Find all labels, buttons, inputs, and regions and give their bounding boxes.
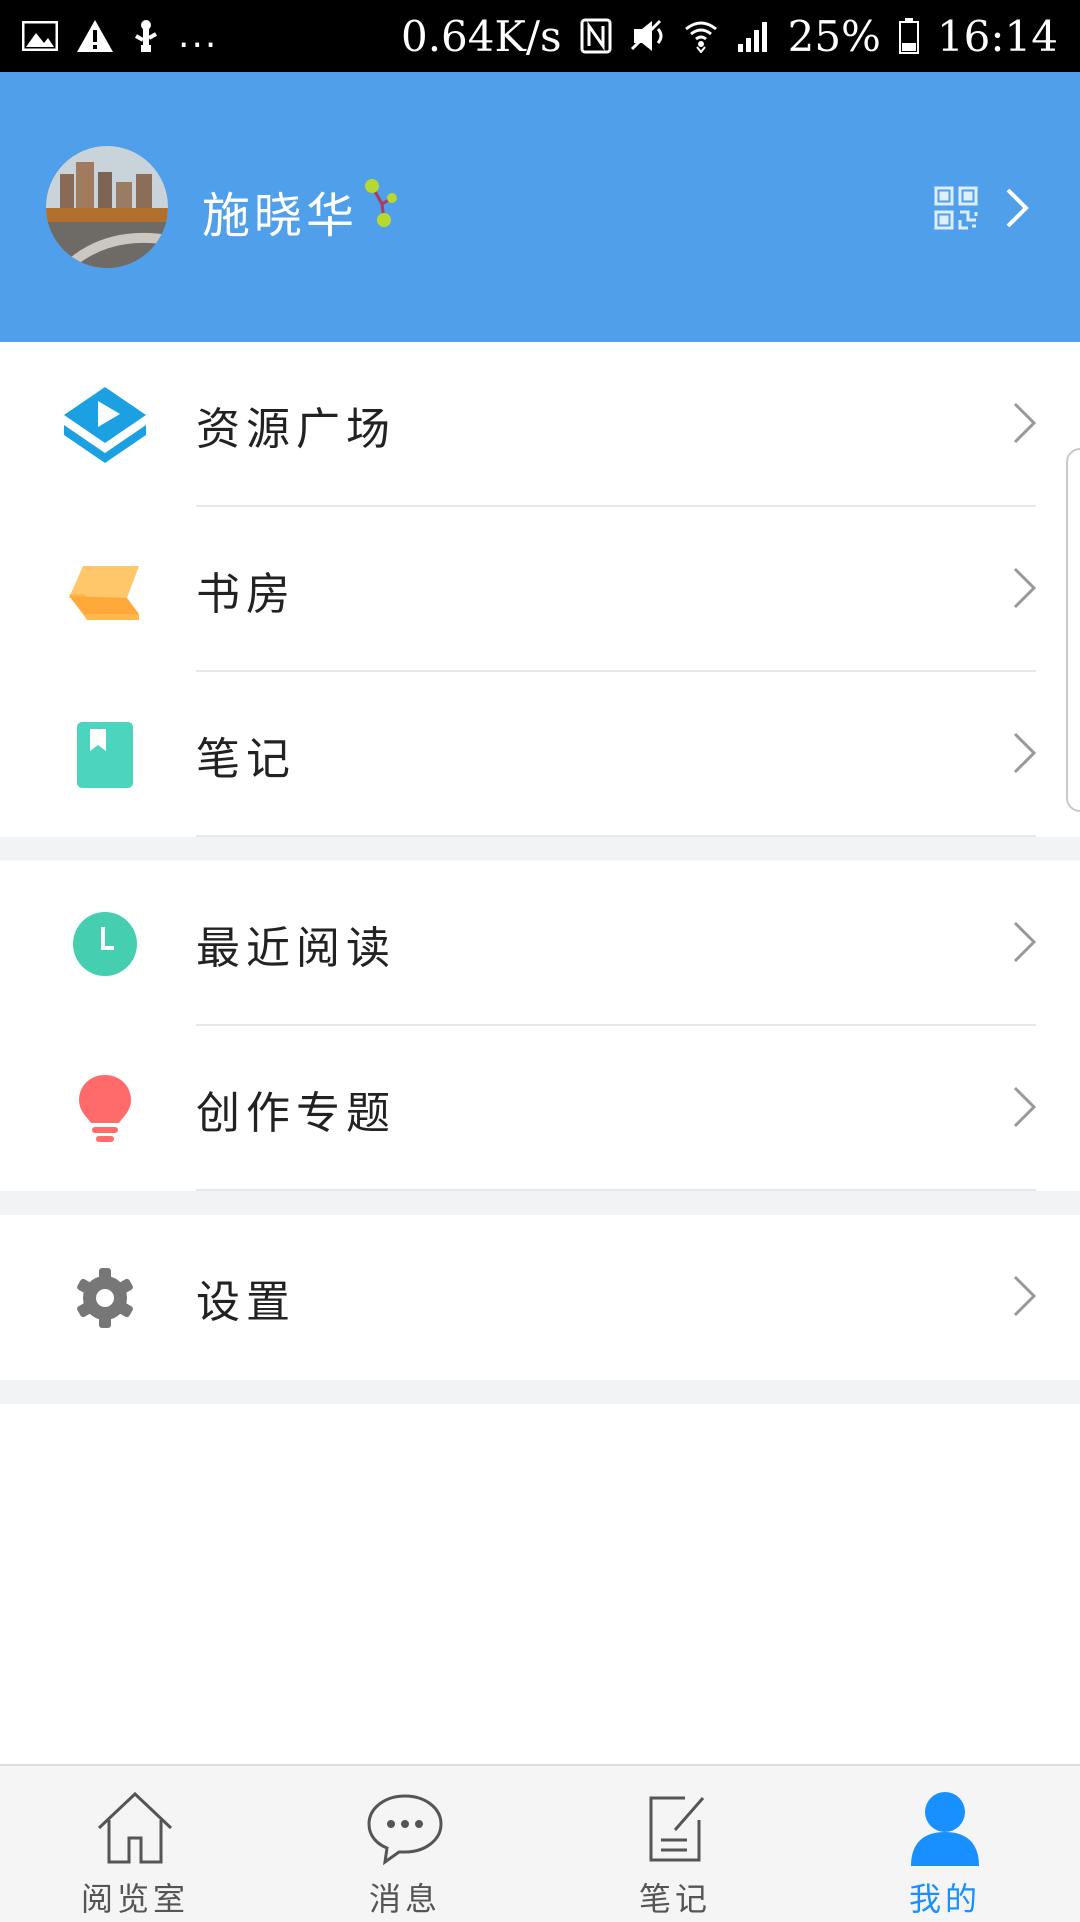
warning-icon (76, 19, 114, 53)
menu-label: 设置 (196, 1276, 296, 1328)
menu-item-resource-square[interactable]: 资源广场 (0, 342, 1080, 507)
menu-group-reading: 最近阅读 创作专题 (0, 861, 1080, 1191)
chevron-right-icon (1012, 731, 1038, 779)
image-icon (22, 21, 58, 51)
qr-code-icon[interactable] (934, 186, 978, 234)
battery-icon (898, 18, 919, 54)
menu-label: 书房 (196, 568, 296, 620)
menu-item-settings[interactable]: 设置 (0, 1215, 1080, 1380)
chevron-right-icon (1012, 1274, 1038, 1322)
tab-label: 消息 (368, 1880, 441, 1918)
menu-item-creative-topics[interactable]: 创作专题 (0, 1026, 1080, 1191)
chevron-right-icon (1012, 566, 1038, 614)
username: 施晓华 (202, 188, 359, 244)
battery-percentage: 25% (787, 11, 881, 61)
vibrate-icon (630, 19, 666, 53)
resource-square-icon (62, 382, 148, 468)
menu-group-settings: 设置 (0, 1215, 1080, 1380)
profile-header[interactable]: 施晓华 (0, 72, 1080, 342)
menu-label: 最近阅读 (196, 922, 396, 974)
tab-reading-room[interactable]: 阅览室 (0, 1766, 270, 1922)
tab-mine[interactable]: 我的 (810, 1766, 1080, 1922)
menu-group-library: 资源广场 书房 笔记 (0, 342, 1080, 837)
gear-icon (62, 1255, 148, 1341)
level-badge-icon (362, 176, 410, 236)
chevron-right-icon[interactable] (1004, 186, 1032, 234)
menu-label: 笔记 (196, 733, 296, 785)
status-bar-right: 0.64K/s 25% 16:14 (401, 12, 1058, 61)
side-panel-handle[interactable] (1066, 448, 1080, 812)
nfc-icon (580, 18, 612, 54)
tab-label: 阅览室 (80, 1880, 189, 1918)
tab-messages[interactable]: 消息 (270, 1766, 540, 1922)
notebook-icon (62, 712, 148, 798)
signal-icon (736, 20, 770, 52)
home-icon (95, 1790, 175, 1870)
person-icon (905, 1790, 985, 1870)
menu-item-study-room[interactable]: 书房 (0, 507, 1080, 672)
more-notifications: ... (178, 15, 219, 56)
menu-item-recent-reading[interactable]: 最近阅读 (0, 861, 1080, 1026)
menu-label: 资源广场 (196, 403, 396, 455)
status-bar-left: ... (22, 18, 218, 54)
study-room-icon (62, 547, 148, 633)
section-gap (0, 1191, 1080, 1215)
tab-label: 我的 (908, 1880, 981, 1918)
usb-debug-icon (132, 18, 160, 54)
section-gap (0, 1380, 1080, 1404)
chevron-right-icon (1012, 401, 1038, 449)
wifi-icon (684, 19, 718, 53)
lightbulb-icon (62, 1066, 148, 1152)
tab-notes[interactable]: 笔记 (540, 1766, 810, 1922)
chevron-right-icon (1012, 920, 1038, 968)
note-icon (635, 1790, 715, 1870)
clock-time: 16:14 (936, 11, 1058, 61)
menu-item-notes[interactable]: 笔记 (0, 672, 1080, 837)
clock-icon (62, 901, 148, 987)
chevron-right-icon (1012, 1085, 1038, 1133)
message-icon (365, 1790, 445, 1870)
section-gap (0, 837, 1080, 861)
tab-label: 笔记 (638, 1880, 711, 1918)
status-bar: ... 0.64K/s 25% 16:14 (0, 0, 1080, 72)
menu-label: 创作专题 (196, 1087, 396, 1139)
bottom-navigation: 阅览室 消息 笔记 我的 (0, 1764, 1080, 1922)
network-speed: 0.64K/s (400, 11, 562, 61)
avatar[interactable] (46, 146, 168, 268)
